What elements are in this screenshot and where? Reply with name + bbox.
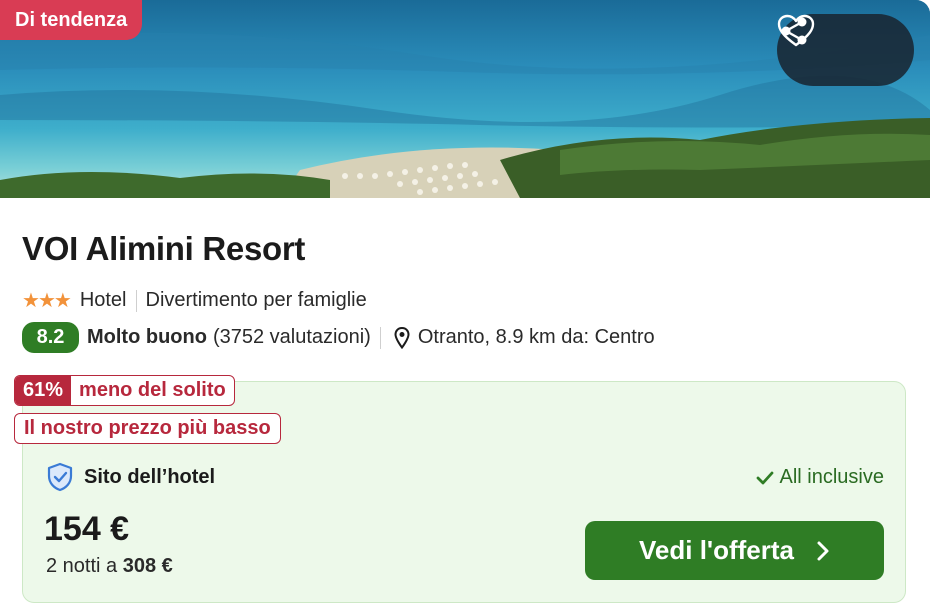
check-icon <box>756 470 774 486</box>
hotel-card[interactable]: Di tendenza VOI Alimini Resort ★★★ Hotel… <box>0 0 930 612</box>
score-badge: 8.2 <box>22 322 79 353</box>
deal-source: Sito dell’hotel <box>46 462 215 492</box>
discount-badge: 61% meno del solito <box>14 375 235 406</box>
view-deal-button[interactable]: Vedi l'offerta <box>585 521 884 580</box>
discount-percent: 61% <box>15 376 72 405</box>
star-icon: ★ <box>22 290 40 312</box>
total-price-line: 2 notti a 308 € <box>46 555 173 578</box>
nightly-price: 154 € <box>44 510 130 548</box>
map-pin-icon <box>394 326 410 349</box>
nights-prefix: 2 notti a <box>46 555 118 577</box>
rating-label: Molto buono <box>87 326 207 348</box>
star-icon: ★ <box>53 290 72 312</box>
board-label: All inclusive <box>779 466 884 488</box>
rating-row: 8.2 Molto buono (3752 valutazioni) Otran… <box>22 322 655 353</box>
heart-icon[interactable] <box>777 14 896 72</box>
discount-text: meno del solito <box>79 379 226 401</box>
review-count[interactable]: (3752 valutazioni) <box>213 326 371 349</box>
chevron-right-icon <box>816 540 830 562</box>
hotel-name[interactable]: VOI Alimini Resort <box>22 230 305 268</box>
hotel-meta: ★★★ Hotel Divertimento per famiglie <box>22 288 367 313</box>
lowest-price-badge: Il nostro prezzo più basso <box>14 413 281 444</box>
hotel-location[interactable]: Otranto, 8.9 km da: Centro <box>418 326 655 349</box>
divider <box>379 326 381 349</box>
divider <box>135 289 137 312</box>
star-rating: ★★★ <box>22 288 72 313</box>
hotel-category: Divertimento per famiglie <box>145 289 367 311</box>
total-price: 308 € <box>122 555 173 577</box>
hotel-type: Hotel <box>79 289 127 311</box>
shield-check-icon <box>46 462 74 492</box>
photo-actions <box>777 14 914 86</box>
trending-badge: Di tendenza <box>0 0 143 40</box>
board-type: All inclusive <box>756 466 884 489</box>
hotel-photo[interactable]: Di tendenza <box>0 0 930 198</box>
view-deal-label: Vedi l'offerta <box>639 535 794 565</box>
star-icon: ★ <box>37 290 56 312</box>
source-label: Sito dell’hotel <box>84 465 216 488</box>
